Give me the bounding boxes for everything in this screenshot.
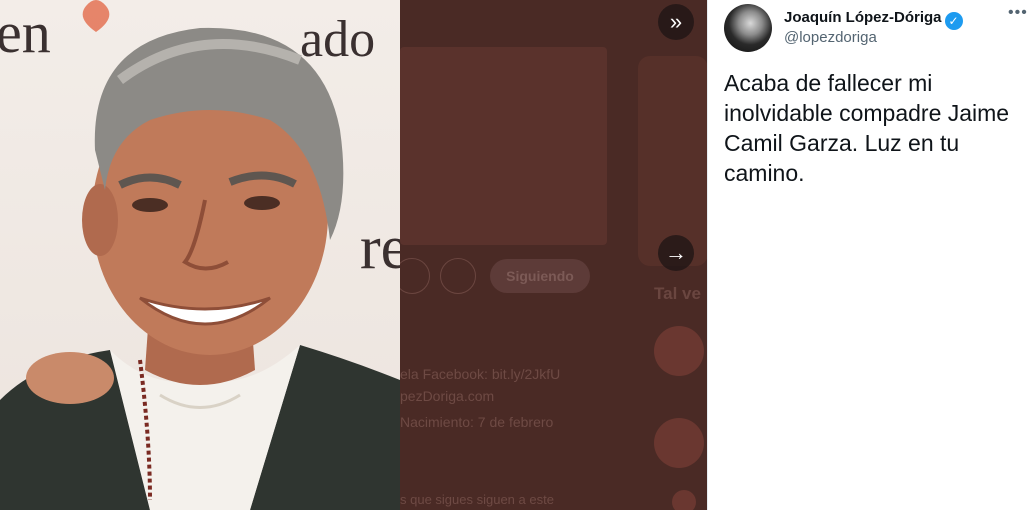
suggested-account-avatar [654,418,704,468]
profile-facebook-line: ela Facebook: bit.ly/2JkfU [400,366,561,382]
author-handle[interactable]: @lopezdoriga [784,29,877,46]
double-chevron-right-icon: » [669,9,683,34]
suggested-account-avatar [654,326,704,376]
following-button: Siguiendo [490,259,590,293]
background-banner [400,47,607,245]
author-avatar[interactable] [724,4,772,52]
tweet-photo[interactable]: en ado re [0,0,400,510]
notification-bell-button [440,258,476,294]
who-to-follow-heading: Tal ve [654,284,701,303]
more-options-button [400,258,430,294]
verified-badge-icon: ✓ [944,12,963,30]
profile-followers-line: s que sigues siguen a este [400,492,554,507]
more-options-icon[interactable]: ••• [1008,4,1028,22]
author-name-row[interactable]: Joaquín López-Dóriga ✓ [784,9,963,30]
profile-birth-line: Nacimiento: 7 de febrero [400,414,554,430]
tweet-panel: Joaquín López-Dóriga ✓ @lopezdoriga ••• A… [707,0,1036,510]
author-name[interactable]: Joaquín López-Dóriga [784,9,942,26]
profile-site-line: pezDoriga.com [400,388,495,404]
collapse-panel-button[interactable]: » [658,4,694,40]
photo-illustration: en ado re [0,0,400,510]
backdrop-text-right-top: ado [300,11,375,68]
suggested-account-avatar [672,490,696,510]
tweet-text: Acaba de fallecer mi inolvidable compadr… [724,70,1010,186]
backdrop-text-top: en [0,0,51,65]
next-image-button[interactable]: → [658,235,694,271]
arrow-right-icon: → [665,240,687,265]
backdrop-text-right-mid: re [360,214,400,282]
